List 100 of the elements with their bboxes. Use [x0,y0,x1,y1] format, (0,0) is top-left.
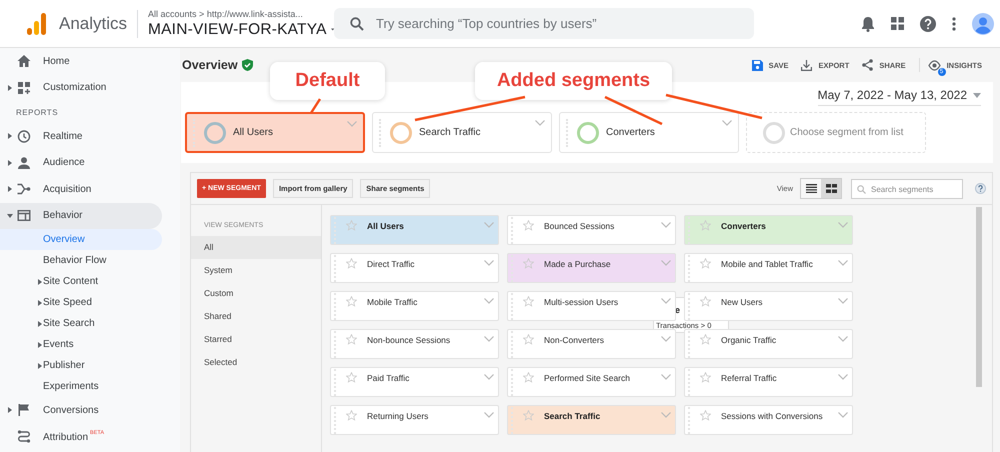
more-icon[interactable] [952,16,956,30]
analytics-logo-icon [27,12,47,34]
sidebar-item[interactable]: Attribution $^{BETA}$ [43,430,104,444]
sidebar-item[interactable]: Home [43,56,70,67]
segment-card[interactable]: Search Traffic [507,405,676,435]
view-selector[interactable]: MAIN-VIEW-FOR-KATYA [148,20,334,38]
sidebar-subitem[interactable]: Events [43,339,74,350]
section-heading: REPORTS [15,106,60,118]
sidebar-item[interactable]: Realtime [43,130,82,142]
segment-card[interactable]: Organic Traffic [684,329,853,359]
star-icon[interactable] [346,410,357,421]
segment-card[interactable]: Multi-session Users [507,291,676,321]
star-icon[interactable] [700,372,711,383]
caret-icon [973,92,981,98]
star-icon[interactable] [523,296,534,307]
apps-icon[interactable] [891,17,904,30]
clock-icon [17,130,31,143]
segment-card[interactable]: Converters [684,215,853,245]
chevron-down-icon [347,121,357,127]
filter-item[interactable]: Custom [191,282,321,305]
chevron-down-icon [484,412,494,418]
star-icon[interactable] [346,372,357,383]
segment-card[interactable]: Sessions with Conversions [684,405,853,435]
annotation-callout: Added segments [475,62,672,100]
page-title: Overview [182,58,238,72]
help-icon[interactable] [920,16,936,32]
segment-card[interactable]: Referral Traffic [684,367,853,397]
sidebar-item[interactable]: Customization [43,82,106,94]
segment-chip[interactable]: Converters [559,112,739,153]
segment-card[interactable]: Mobile and Tablet Traffic [684,253,853,283]
segment-card[interactable]: Bounced Sessions [507,215,676,245]
segment-card[interactable]: Mobile Traffic [330,291,499,321]
segment-card[interactable]: New Users [684,291,853,321]
filter-item[interactable]: Starred [191,328,321,351]
sidebar-subitem[interactable]: Publisher [43,360,85,371]
segment-card[interactable]: Paid Traffic [330,367,499,397]
segment-card[interactable]: Non-Converters [507,329,676,359]
beta-label: BETA [90,430,104,436]
date-range-picker[interactable]: May 7, 2022 - May 13, 2022 [818,88,981,106]
download-icon [801,60,812,70]
filter-item[interactable]: System [191,259,321,282]
breadcrumb[interactable]: All accounts > http://www.link-assista... [148,8,334,18]
search-field[interactable]: Try searching “Top countries by users” [334,8,754,39]
segment-card[interactable]: Returning Users [330,405,499,435]
segment-search-field[interactable]: Search segments [851,179,963,199]
branch-icon [17,183,31,196]
star-icon[interactable] [700,296,711,307]
star-icon[interactable] [346,296,357,307]
sidebar-item[interactable]: Conversions [43,404,99,416]
grid-view-button[interactable] [821,179,841,198]
filter-item[interactable]: All [191,236,321,259]
chevron-down-icon [484,260,494,266]
sidebar-item[interactable]: Acquisition [43,184,92,195]
chevron-down-icon [838,336,848,342]
chevron-down-icon [661,336,671,342]
segment-card[interactable]: All Users [330,215,499,245]
star-icon[interactable] [523,372,534,383]
sidebar-subitem[interactable]: Site Search [43,318,95,329]
chevron-down-icon [661,222,671,228]
sidebar-subitem[interactable]: Site Speed [43,297,92,308]
window-icon [17,210,31,222]
save-icon [752,60,763,70]
segment-card[interactable]: Direct Traffic [330,253,499,283]
sidebar-item[interactable]: Behavior [43,210,82,222]
sidebar-subitem[interactable]: Site Content [43,276,98,287]
star-icon[interactable] [523,258,534,269]
star-icon[interactable] [346,334,357,345]
segment-card[interactable]: Performed Site Search [507,367,676,397]
segment-chip[interactable]: Choose segment from list [746,112,926,153]
expand-arrow-icon [38,300,42,306]
sidebar-subitem[interactable]: Experiments [43,381,99,392]
segment-chip[interactable]: Search Traffic [372,112,552,153]
star-icon[interactable] [523,220,534,231]
avatar-icon[interactable] [972,12,994,34]
search-icon [350,17,364,31]
segment-card[interactable]: Non-bounce Sessions [330,329,499,359]
sidebar-subitem[interactable]: Overview [43,234,85,245]
expand-arrow-icon [38,342,42,348]
scrollbar[interactable] [976,207,982,387]
star-icon[interactable] [700,410,711,421]
segment-chip[interactable]: All Users [185,112,365,153]
notifications-icon[interactable] [861,16,875,32]
star-icon[interactable] [700,220,711,231]
sidebar-subitem[interactable]: Behavior Flow [43,255,106,266]
list-icon [806,184,816,193]
star-icon[interactable] [346,258,357,269]
segment-card[interactable]: Made a Purchase [507,253,676,283]
chevron-down-icon [661,298,671,304]
sidebar-item[interactable]: Audience [43,157,85,168]
help-icon[interactable] [975,183,986,194]
route-icon [17,430,31,444]
star-icon[interactable] [523,334,534,345]
star-icon[interactable] [346,220,357,231]
chevron-down-icon [838,374,848,380]
filter-item[interactable]: Shared [191,305,321,328]
star-icon[interactable] [700,258,711,269]
star-icon[interactable] [700,334,711,345]
flag-icon [17,404,31,416]
filter-item[interactable]: Selected [191,351,321,374]
star-icon[interactable] [523,410,534,421]
